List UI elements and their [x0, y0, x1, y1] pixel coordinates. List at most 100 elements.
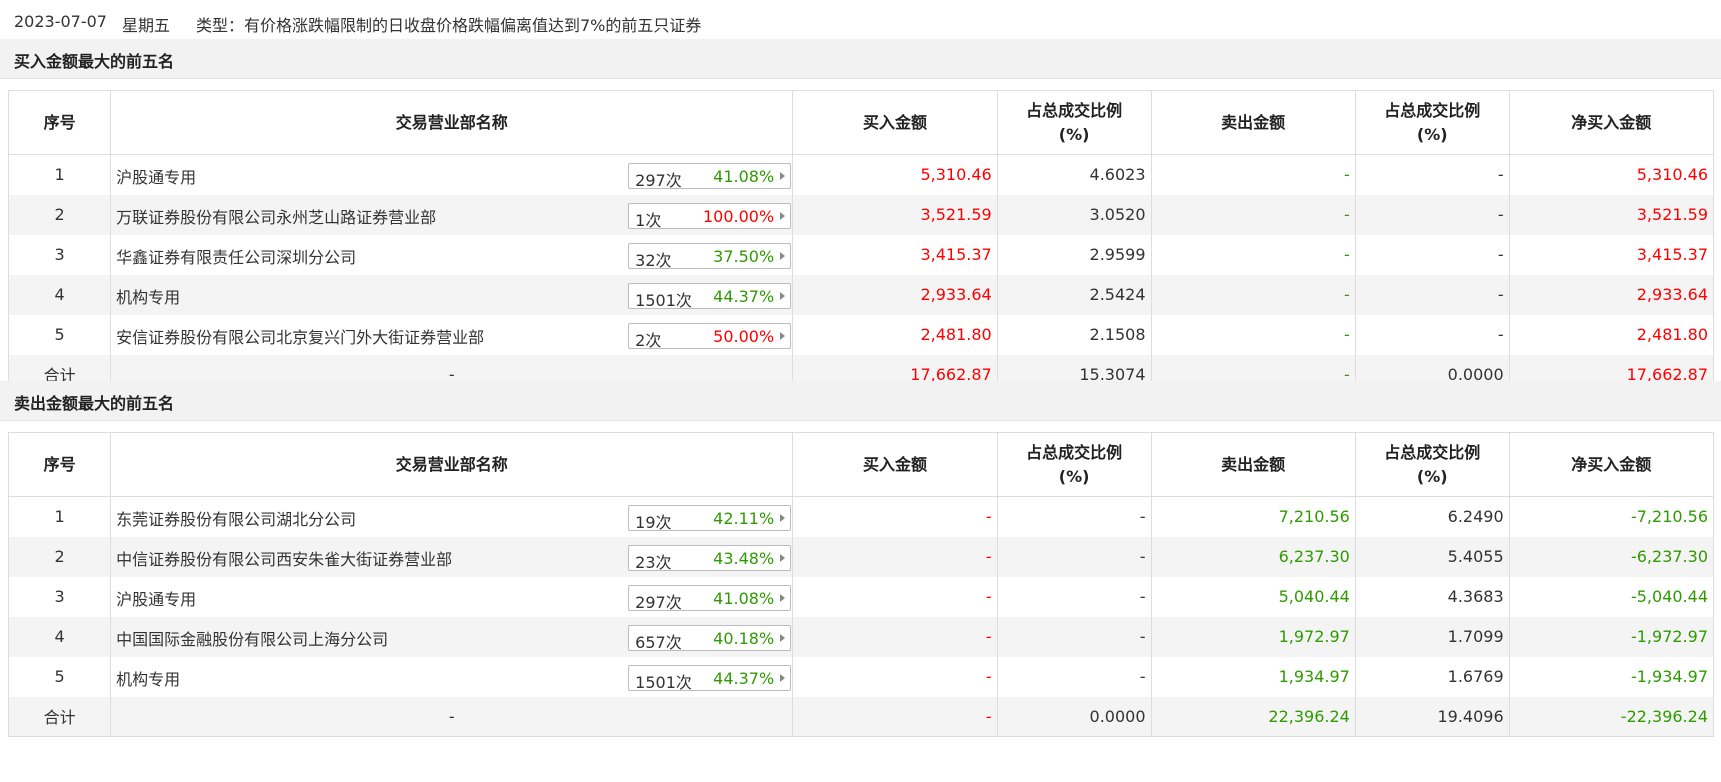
col-header-net[interactable]: 净买入金额 [1508, 90, 1715, 155]
dept-name-link[interactable]: 万联证券股份有限公司永州芝山路证券营业部 [116, 204, 436, 228]
ratio-label: 占总成交比例 [1384, 100, 1481, 120]
buy-ratio: - [996, 536, 1152, 577]
row-seq: 2 [7, 536, 112, 577]
table-header-row: 序号 交易营业部名称 买入金额 占总成交比例 (%) 卖出金额 占总成交比例 (%)… [7, 432, 1715, 497]
sell-amount: 5,040.44 [1150, 576, 1356, 617]
dept-stats-button[interactable]: 1次 100.00% [628, 202, 792, 230]
dept-name-link[interactable]: 沪股通专用 [116, 164, 196, 188]
sell-ratio: - [1354, 194, 1510, 235]
table-row: 4 机构专用 1501次 44.37% 2,933.64 2.5424- -2,933.64 [7, 274, 1715, 315]
buy-amount: - [792, 496, 998, 537]
listing-count: 2次 [635, 330, 662, 350]
dept-cell: 东莞证券股份有限公司湖北分公司 19次 42.11% [110, 496, 794, 537]
dept-name-link[interactable]: 中信证券股份有限公司西安朱雀大街证券营业部 [116, 546, 452, 570]
ratio-label: 占总成交比例 [1026, 442, 1123, 462]
row-seq: 5 [7, 656, 112, 697]
dept-stats-button[interactable]: 32次 37.50% [628, 242, 792, 270]
buy-section-title: 买入金额最大的前五名 [0, 39, 1721, 79]
listing-count: 23次 [635, 552, 672, 572]
col-header-sell[interactable]: 卖出金额 [1150, 432, 1356, 497]
col-header-sell[interactable]: 卖出金额 [1150, 90, 1356, 155]
listing-count: 297次 [635, 592, 682, 612]
caret-right-icon [780, 172, 786, 180]
buy-ratio: 2.1508 [996, 314, 1152, 355]
sell-amount: - [1150, 314, 1356, 355]
listing-count: 1次 [635, 210, 662, 230]
buy-top5-table: 序号 交易营业部名称 买入金额 占总成交比例 (%) 卖出金额 占总成交比例 (%)… [7, 90, 1715, 395]
sell-section-title: 卖出金额最大的前五名 [0, 381, 1721, 421]
win-rate: 44.37% [713, 286, 775, 306]
table-row: 5 安信证券股份有限公司北京复兴门外大街证券营业部 2次 50.00% 2,481.80… [7, 314, 1715, 355]
sell-ratio: 5.4055 [1354, 536, 1510, 577]
dept-name-link[interactable]: 华鑫证券有限责任公司深圳分公司 [116, 244, 356, 268]
buy-ratio: - [996, 496, 1152, 537]
dept-stats-button[interactable]: 1501次 44.37% [628, 282, 792, 310]
buy-ratio: 2.5424 [996, 274, 1152, 315]
col-header-net[interactable]: 净买入金额 [1508, 432, 1715, 497]
row-seq: 4 [7, 274, 112, 315]
col-header-seq: 序号 [7, 432, 112, 497]
buy-ratio: 3.0520 [996, 194, 1152, 235]
total-sell-ratio: 19.4096 [1354, 696, 1510, 737]
dept-name-link[interactable]: 机构专用 [116, 284, 180, 308]
weekday-text: 星期五 [122, 16, 171, 35]
dept-name-link[interactable]: 东莞证券股份有限公司湖北分公司 [116, 506, 356, 530]
dept-cell: 沪股通专用 297次 41.08% [110, 576, 794, 617]
col-header-buy-ratio: 占总成交比例 (%) [996, 432, 1152, 497]
caret-right-icon [780, 291, 786, 300]
net-amount: 2,933.64 [1508, 274, 1715, 315]
dept-stats-button[interactable]: 657次 40.18% [628, 624, 792, 652]
win-rate: 50.00% [713, 326, 775, 346]
win-rate: 41.08% [713, 167, 775, 186]
listing-count: 32次 [635, 250, 672, 270]
sell-ratio: 4.3683 [1354, 576, 1510, 617]
net-amount: -7,210.56 [1508, 496, 1715, 537]
dept-cell: 中国国际金融股份有限公司上海分公司 657次 40.18% [110, 616, 794, 657]
table-row: 2 万联证券股份有限公司永州芝山路证券营业部 1次 100.00% 3,521.59 3.… [7, 194, 1715, 235]
row-seq: 4 [7, 616, 112, 657]
buy-amount: - [792, 536, 998, 577]
dept-name-link[interactable]: 机构专用 [116, 666, 180, 690]
caret-right-icon [780, 553, 786, 562]
row-seq: 2 [7, 194, 112, 235]
sell-ratio: - [1354, 274, 1510, 315]
dept-name-link[interactable]: 中国国际金融股份有限公司上海分公司 [116, 626, 388, 650]
win-rate: 44.37% [713, 668, 775, 688]
row-seq: 1 [7, 496, 112, 537]
dept-cell: 机构专用 1501次 44.37% [110, 656, 794, 697]
dept-name-link[interactable]: 安信证券股份有限公司北京复兴门外大街证券营业部 [116, 324, 484, 348]
col-header-buy[interactable]: 买入金额 [792, 90, 998, 155]
table-row: 1 沪股通专用 297次 41.08% 5,310.46 4.6023- -5,310.46 [7, 154, 1715, 195]
dept-stats-button[interactable]: 19次 42.11% [628, 505, 792, 532]
sell-ratio: 1.6769 [1354, 656, 1510, 697]
caret-right-icon [780, 633, 786, 642]
col-header-sell-ratio: 占总成交比例 (%) [1354, 432, 1510, 497]
buy-amount: 2,933.64 [792, 274, 998, 315]
sell-ratio: 1.7099 [1354, 616, 1510, 657]
win-rate: 100.00% [702, 206, 775, 226]
dept-stats-button[interactable]: 297次 41.08% [628, 163, 792, 190]
row-seq: 5 [7, 314, 112, 355]
listing-count: 1501次 [635, 290, 692, 310]
dept-stats-button[interactable]: 297次 41.08% [628, 584, 792, 612]
sell-section-title-text: 卖出金额最大的前五名 [14, 394, 175, 413]
row-seq: 3 [7, 234, 112, 275]
dept-stats-button[interactable]: 1501次 44.37% [628, 664, 792, 692]
listing-count: 1501次 [635, 672, 692, 692]
table-row: 2 中信证券股份有限公司西安朱雀大街证券营业部 23次 43.48% - -6,237.3… [7, 536, 1715, 577]
table-row: 1 东莞证券股份有限公司湖北分公司 19次 42.11% - -7,210.56 6.249… [7, 496, 1715, 537]
caret-right-icon [780, 514, 786, 522]
total-buy-ratio: 0.0000 [996, 696, 1152, 737]
caret-right-icon [780, 593, 786, 602]
buy-amount: - [792, 656, 998, 697]
dept-stats-button[interactable]: 23次 43.48% [628, 544, 792, 572]
col-header-buy[interactable]: 买入金额 [792, 432, 998, 497]
col-header-sell-ratio: 占总成交比例 (%) [1354, 90, 1510, 155]
sell-ratio: - [1354, 234, 1510, 275]
ratio-unit: (%) [1058, 466, 1090, 486]
total-dept: - [110, 696, 794, 737]
dept-name-link[interactable]: 沪股通专用 [116, 586, 196, 610]
dept-cell: 华鑫证券有限责任公司深圳分公司 32次 37.50% [110, 234, 794, 275]
ratio-label: 占总成交比例 [1384, 442, 1481, 462]
dept-stats-button[interactable]: 2次 50.00% [628, 322, 792, 350]
